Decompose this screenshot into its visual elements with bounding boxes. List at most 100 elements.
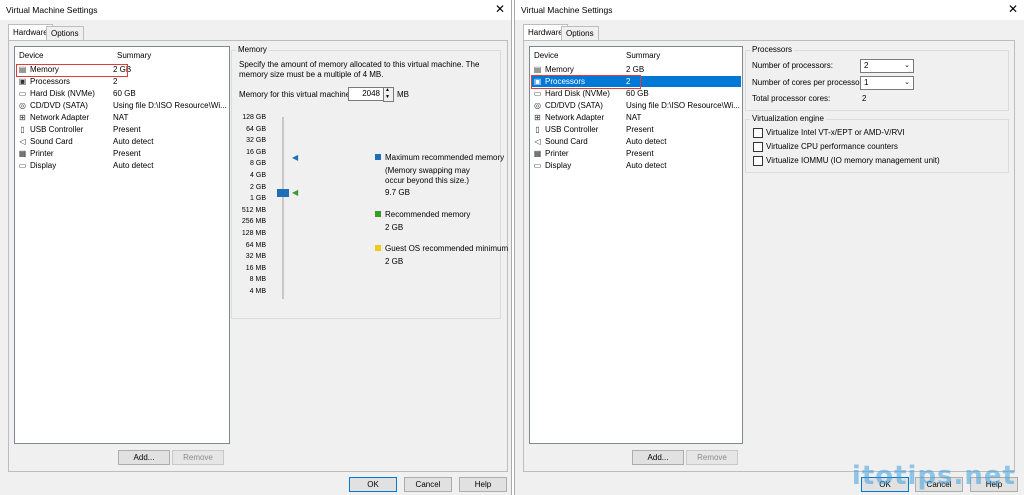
memory-spinner[interactable]: ▲ ▼ [383, 87, 394, 102]
add-button[interactable]: Add... [118, 450, 170, 465]
device-name: Memory [545, 65, 574, 74]
remove-button[interactable]: Remove [172, 450, 224, 465]
device-summary: Auto detect [113, 137, 154, 146]
virtualization-engine-group: Virtualization engine Virtualize Intel V… [745, 114, 1009, 173]
device-summary: Using file D:\ISO Resource\Wi... [626, 101, 740, 110]
spin-up-icon: ▲ [385, 87, 390, 93]
tab-options[interactable]: Options [561, 26, 599, 40]
memory-scale-label: 512 MB [241, 206, 266, 214]
memory-slider-thumb[interactable] [277, 189, 289, 197]
device-row-sound-card[interactable]: ◁ Sound Card Auto detect [531, 136, 741, 147]
device-column-header: Device [534, 51, 559, 60]
memory-scale-label: 2 GB [250, 183, 266, 191]
recommended-marker-icon: ◀ [292, 188, 299, 197]
chevron-down-icon: ⌄ [904, 62, 910, 69]
device-row-printer[interactable]: ▦ Printer Present [16, 148, 228, 159]
watermark: itotips.net [851, 461, 1016, 491]
device-row-memory[interactable]: ▤ Memory 2 GB [531, 64, 741, 75]
device-summary: 60 GB [113, 89, 136, 98]
num-processors-value: 2 [864, 61, 869, 70]
remove-button[interactable]: Remove [686, 450, 738, 465]
device-column-header: Device [19, 51, 44, 60]
cancel-button[interactable]: Cancel [404, 477, 452, 492]
device-name: USB Controller [545, 125, 599, 134]
memory-scale-label: 8 GB [250, 160, 266, 168]
device-summary: 2 [113, 77, 118, 86]
close-icon[interactable]: ✕ [1008, 2, 1018, 16]
vm-settings-window-memory: Virtual Machine Settings ✕ Hardware Opti… [0, 0, 512, 495]
device-row-network-adapter[interactable]: ⊞ Network Adapter NAT [531, 112, 741, 123]
add-button[interactable]: Add... [632, 450, 684, 465]
device-row-hard-disk[interactable]: ▭ Hard Disk (NVMe) 60 GB [16, 88, 228, 99]
memory-group-title: Memory [236, 45, 269, 54]
network-adapter-icon: ⊞ [534, 113, 541, 122]
display-icon: ▭ [18, 161, 27, 170]
device-summary: Auto detect [113, 161, 154, 170]
memory-scale-label: 128 GB [242, 114, 266, 121]
title-bar: Virtual Machine Settings ✕ [515, 0, 1024, 20]
device-row-network-adapter[interactable]: ⊞ Network Adapter NAT [16, 112, 228, 123]
device-row-printer[interactable]: ▦ Printer Present [531, 148, 741, 159]
cpu-counters-label: Virtualize CPU performance counters [766, 142, 898, 151]
help-button[interactable]: Help [459, 477, 507, 492]
device-name: CD/DVD (SATA) [30, 101, 88, 110]
memory-slider-track[interactable] [282, 117, 284, 299]
cpu-counters-checkbox[interactable] [753, 142, 763, 152]
device-summary: Auto detect [626, 161, 667, 170]
summary-column-header: Summary [117, 51, 152, 60]
vt-x-label: Virtualize Intel VT-x/EPT or AMD-V/RVI [766, 128, 905, 137]
memory-icon: ▤ [533, 65, 542, 74]
device-summary: NAT [113, 113, 129, 122]
device-name: Network Adapter [545, 113, 605, 122]
device-name: Hard Disk (NVMe) [30, 89, 95, 98]
processors-group: Processors Number of processors: 2 ⌄ Num… [745, 45, 1009, 111]
device-row-cd-dvd[interactable]: ◎ CD/DVD (SATA) Using file D:\ISO Resour… [531, 100, 741, 111]
device-row-hard-disk[interactable]: ▭ Hard Disk (NVMe) 60 GB [531, 88, 741, 99]
num-processors-label: Number of processors: [752, 61, 833, 70]
memory-field-label: Memory for this virtual machine: [239, 90, 353, 99]
total-cores-label: Total processor cores: [752, 94, 831, 103]
device-row-processors[interactable]: ▣ Processors 2 [16, 76, 228, 87]
device-row-cd-dvd[interactable]: ◎ CD/DVD (SATA) Using file D:\ISO Resour… [16, 100, 228, 111]
max-legend-label: Maximum recommended memory [385, 153, 505, 162]
memory-field-value: 2048 [362, 89, 380, 98]
memory-scale-label: 1 GB [250, 195, 266, 203]
device-name: CD/DVD (SATA) [545, 101, 603, 110]
device-name: Printer [545, 149, 569, 158]
device-summary: NAT [626, 113, 642, 122]
device-row-sound-card[interactable]: ◁ Sound Card Auto detect [16, 136, 228, 147]
device-name: Processors [30, 77, 71, 86]
max-recommended-marker-icon: ◀ [292, 153, 299, 162]
spin-down-icon: ▼ [385, 94, 390, 100]
close-icon[interactable]: ✕ [495, 2, 505, 16]
vt-x-checkbox[interactable] [753, 128, 763, 138]
device-summary: 60 GB [626, 89, 649, 98]
memory-field[interactable]: 2048 [348, 87, 384, 101]
device-summary: 2 GB [626, 65, 645, 74]
hard-disk-icon: ▭ [533, 89, 542, 98]
tab-options[interactable]: Options [46, 26, 84, 40]
num-processors-select[interactable]: 2 ⌄ [860, 59, 914, 73]
device-summary: Present [113, 149, 141, 158]
memory-scale-label: 16 GB [246, 148, 266, 156]
device-name: Printer [30, 149, 54, 158]
chevron-down-icon: ⌄ [904, 79, 910, 86]
device-row-display[interactable]: ▭ Display Auto detect [16, 160, 228, 171]
device-name: Sound Card [30, 137, 73, 146]
ok-button[interactable]: OK [349, 477, 397, 492]
device-row-usb-controller[interactable]: ▯ USB Controller Present [16, 124, 228, 135]
device-summary: Present [626, 125, 654, 134]
device-row-display[interactable]: ▭ Display Auto detect [531, 160, 741, 171]
processor-icon: ▣ [18, 77, 27, 86]
highlight-box [16, 64, 128, 77]
device-row-usb-controller[interactable]: ▯ USB Controller Present [531, 124, 741, 135]
memory-scale-label: 16 MB [245, 264, 266, 272]
cores-per-processor-select[interactable]: 1 ⌄ [860, 76, 914, 90]
total-cores-value: 2 [862, 94, 867, 103]
device-name: USB Controller [30, 125, 84, 134]
device-list[interactable]: Device Summary ▤ Memory 2 GB ▣ Processor… [14, 46, 230, 444]
memory-unit: MB [397, 90, 409, 99]
device-list[interactable]: Device Summary ▤ Memory 2 GB ▣ Processor… [529, 46, 743, 444]
iommu-checkbox[interactable] [753, 156, 763, 166]
vm-settings-window-processors: Virtual Machine Settings ✕ Hardware Opti… [514, 0, 1024, 495]
